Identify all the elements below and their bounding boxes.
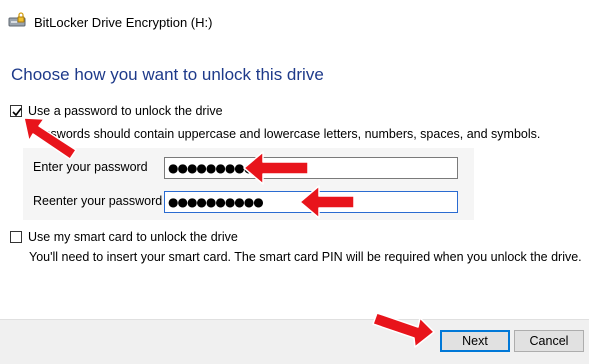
enter-password-input[interactable]: ●●●●●●●●●● <box>164 157 458 179</box>
next-button[interactable]: Next <box>440 330 510 352</box>
smartcard-option-label[interactable]: Use my smart card to unlock the drive <box>28 230 238 244</box>
reenter-password-input[interactable]: ●●●●●●●●●● <box>164 191 458 213</box>
page-heading: Choose how you want to unlock this drive <box>11 65 324 84</box>
window-title: BitLocker Drive Encryption (H:) <box>34 15 213 30</box>
smartcard-checkbox[interactable] <box>10 231 22 243</box>
bitlocker-drive-icon <box>8 12 26 27</box>
checkmark-icon <box>12 108 22 117</box>
dialog-footer: Next Cancel <box>0 319 589 364</box>
cancel-button[interactable]: Cancel <box>514 330 584 352</box>
title-bar: BitLocker Drive Encryption (H:) <box>0 0 589 44</box>
reenter-password-label: Reenter your password <box>33 194 163 208</box>
enter-password-label: Enter your password <box>33 160 148 174</box>
password-fields-panel: Enter your password ●●●●●●●●●● Reenter y… <box>23 148 474 220</box>
password-hint: Passwords should contain uppercase and l… <box>29 127 541 141</box>
password-option-label[interactable]: Use a password to unlock the drive <box>28 104 223 118</box>
smartcard-hint: You'll need to insert your smart card. T… <box>29 250 582 264</box>
password-checkbox[interactable] <box>10 105 22 117</box>
